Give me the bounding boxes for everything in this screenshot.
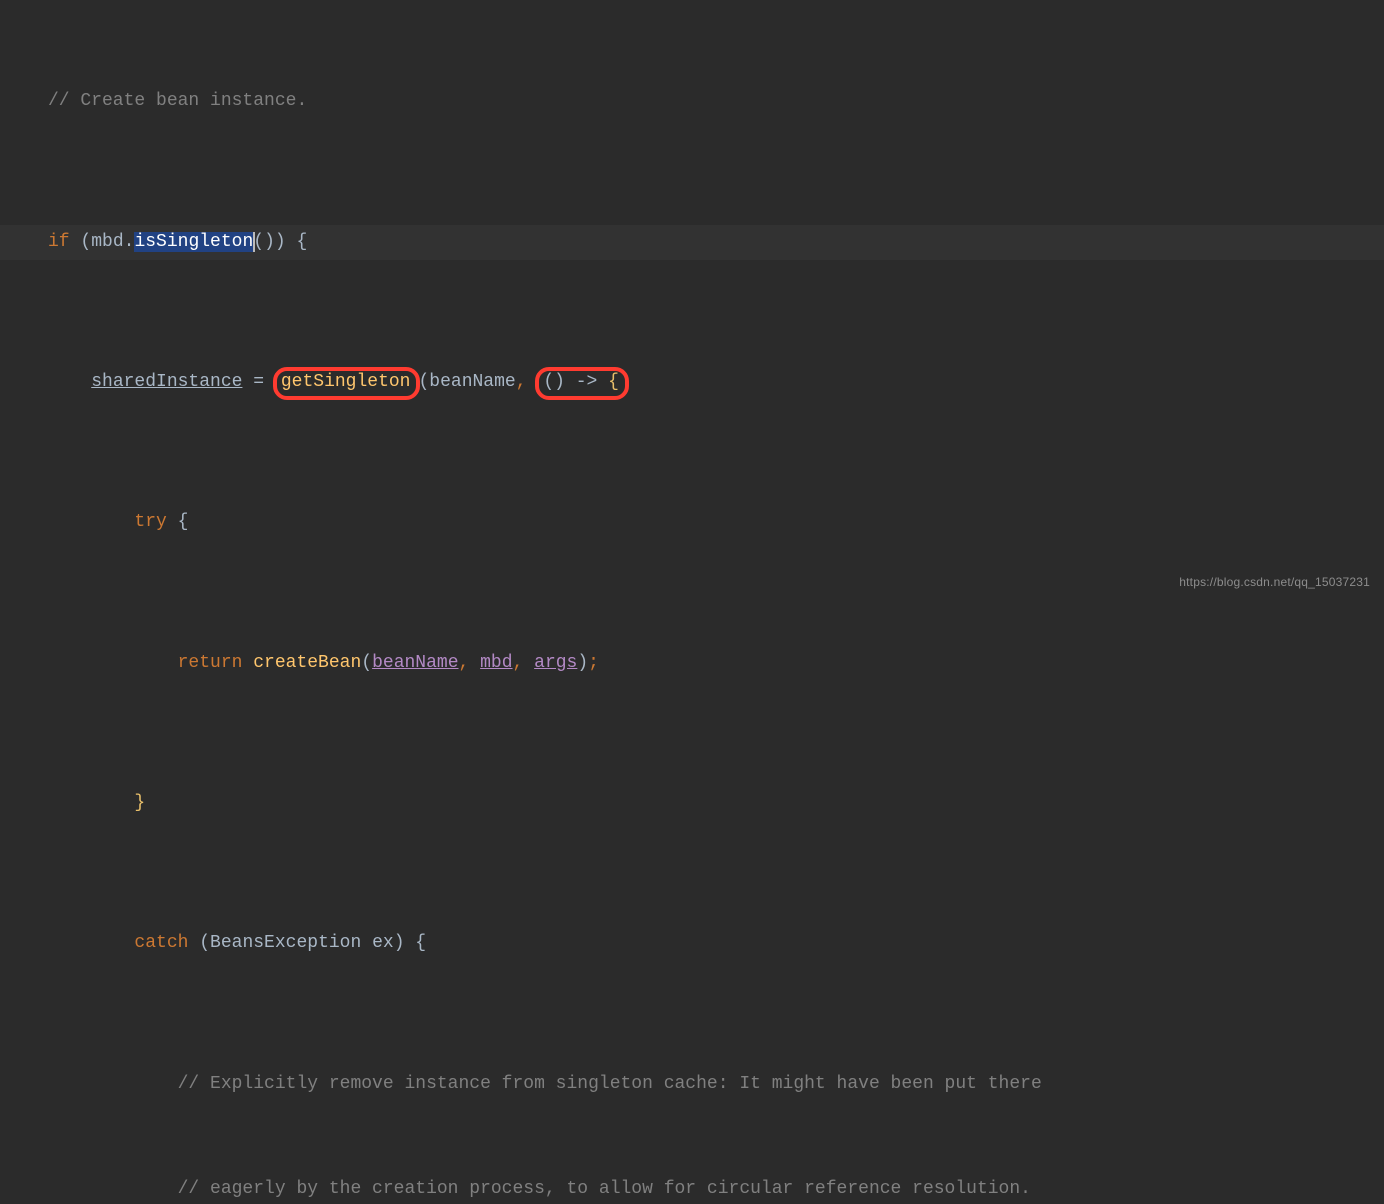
keyword-try: try [134,512,166,532]
keyword-if: if [48,232,70,252]
punct: ) [394,933,416,953]
ident: ex [372,933,394,953]
brace: { [167,512,189,532]
code-line: // Create bean instance. [0,84,1384,119]
punct: ( [418,372,429,392]
keyword-catch: catch [134,933,188,953]
punct: , [459,653,481,673]
punct: ( [361,653,372,673]
punct: , [516,372,527,392]
selection-isSingleton: isSingleton [134,232,255,252]
code-line: } [0,786,1384,821]
type: BeansException [210,933,372,953]
punct: , [513,653,535,673]
punct: ; [588,653,599,673]
lambda-arrow: -> [565,372,608,392]
code-line: // eagerly by the creation process, to a… [0,1172,1384,1204]
brace: } [134,793,145,813]
comment: // Explicitly remove instance from singl… [178,1074,1042,1094]
code-line: // Explicitly remove instance from singl… [0,1067,1384,1102]
watermark: https://blog.csdn.net/qq_15037231 [1179,571,1370,594]
punct: ()) [253,232,296,252]
param: args [534,653,577,673]
ident: mbd [91,232,123,252]
brace: { [415,933,426,953]
code-line: catch (BeansException ex) { [0,926,1384,961]
param: mbd [480,653,512,673]
ident: beanName [429,372,515,392]
param: beanName [372,653,458,673]
operator: = [242,372,274,392]
ident: sharedInstance [91,372,242,392]
code-line: if (mbd.isSingleton()) { [0,225,1384,260]
lambda-parens: () [543,372,565,392]
code-line: sharedInstance = getSingleton(beanName, … [0,365,1384,400]
comment: // eagerly by the creation process, to a… [178,1179,1031,1199]
method-call: getSingleton [281,372,411,392]
punct: . [124,232,135,252]
punct: ( [188,933,210,953]
comment: // Create bean instance. [48,91,307,111]
keyword-return: return [178,653,243,673]
space [242,653,253,673]
brace: { [608,372,619,392]
highlight-box-lambda: () -> { [535,367,629,400]
punct: ) [577,653,588,673]
highlight-box-getSingleton: getSingleton [273,367,421,400]
brace: { [296,232,307,252]
code-editor[interactable]: // Create bean instance. if (mbd.isSingl… [0,14,1384,1204]
method-call: createBean [253,653,361,673]
code-line: try { [0,505,1384,540]
punct: ( [70,232,92,252]
code-line: return createBean(beanName, mbd, args); [0,646,1384,681]
